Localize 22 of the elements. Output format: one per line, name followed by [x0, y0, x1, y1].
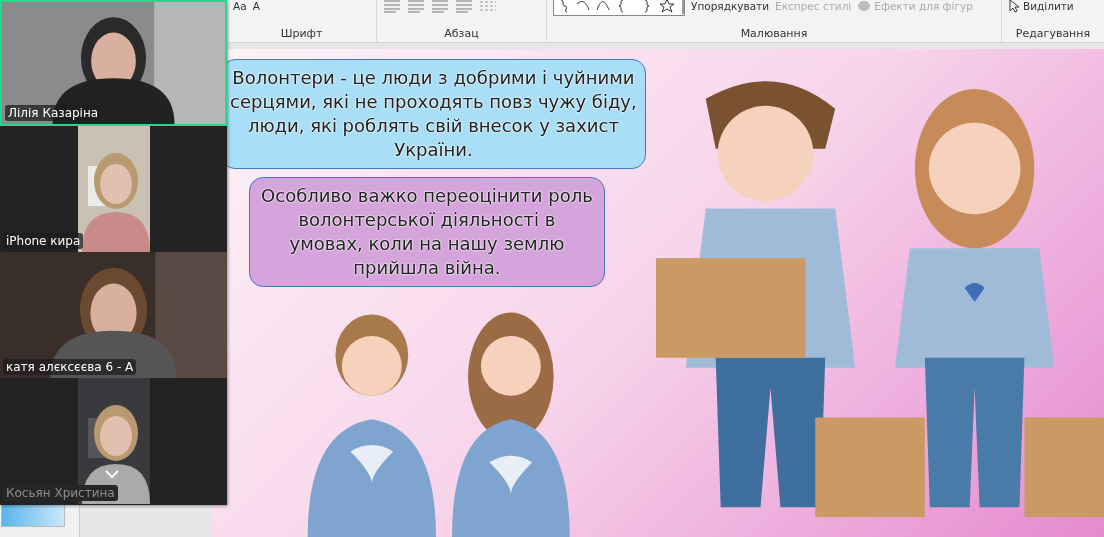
- align-icon[interactable]: [383, 0, 401, 13]
- video-tile[interactable]: Лілія Казаріна: [0, 0, 227, 126]
- align-icon[interactable]: [407, 0, 425, 13]
- participant-name: iPhone кира: [3, 233, 84, 249]
- eraser-icon: [857, 0, 872, 12]
- group-label: Шрифт: [280, 27, 323, 40]
- ribbon-command[interactable]: A: [252, 0, 260, 12]
- speech-bubble: Особливо важко переоцінити роль волонтерської діяльності в умовах, коли на нашу землю прийшла війна.: [248, 177, 605, 287]
- video-tile[interactable]: Косьян Христина: [0, 378, 227, 504]
- chevron-down-icon[interactable]: [105, 470, 119, 479]
- list-icon[interactable]: [479, 0, 497, 13]
- group-label: Редагування: [1015, 27, 1091, 40]
- shapes-gallery-icon[interactable]: [553, 0, 685, 16]
- ribbon-command[interactable]: Упорядкувати: [691, 0, 770, 12]
- participant-name: Лілія Казаріна: [5, 105, 102, 121]
- align-icon[interactable]: [455, 0, 473, 13]
- slide-thumbnail[interactable]: [1, 503, 65, 527]
- align-icon[interactable]: [431, 0, 449, 13]
- group-label: Абзац: [444, 27, 479, 40]
- group-label: Малювання: [740, 27, 808, 40]
- ribbon-command[interactable]: Aa: [233, 0, 247, 12]
- ribbon-command[interactable]: Виділити: [1008, 0, 1074, 13]
